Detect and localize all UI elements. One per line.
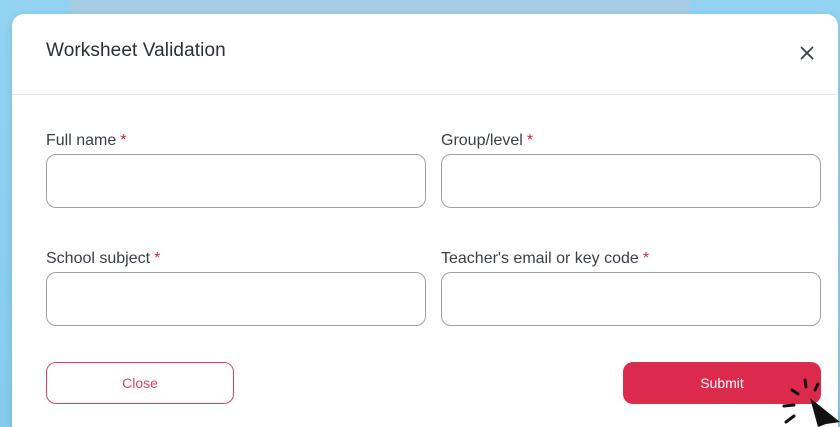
close-button[interactable]: Close [46,362,234,404]
teacher-email-label-text: Teacher's email or key code [441,250,639,267]
school-subject-label-text: School subject [46,250,151,267]
pointer-cursor-icon [782,378,840,427]
dialog-title: Worksheet Validation [46,40,226,61]
validation-dialog: Worksheet Validation Full name * Group/le… [12,14,838,427]
required-marker: * [526,132,534,149]
required-marker: * [642,250,650,267]
dialog-header: Worksheet Validation [12,14,838,95]
school-subject-label: School subject * [46,250,160,268]
required-marker: * [120,132,127,149]
full-name-label-text: Full name [46,132,117,149]
background-worksheet-strip [70,0,690,14]
close-icon[interactable] [792,38,822,68]
required-marker: * [154,250,161,267]
teacher-email-label: Teacher's email or key code * [441,250,649,268]
group-level-input[interactable] [441,154,821,208]
full-name-input[interactable] [46,154,426,208]
full-name-label: Full name * [46,132,126,150]
group-level-label-text: Group/level [441,132,523,149]
group-level-label: Group/level * [441,132,533,150]
school-subject-input[interactable] [46,272,426,326]
teacher-email-input[interactable] [441,272,821,326]
